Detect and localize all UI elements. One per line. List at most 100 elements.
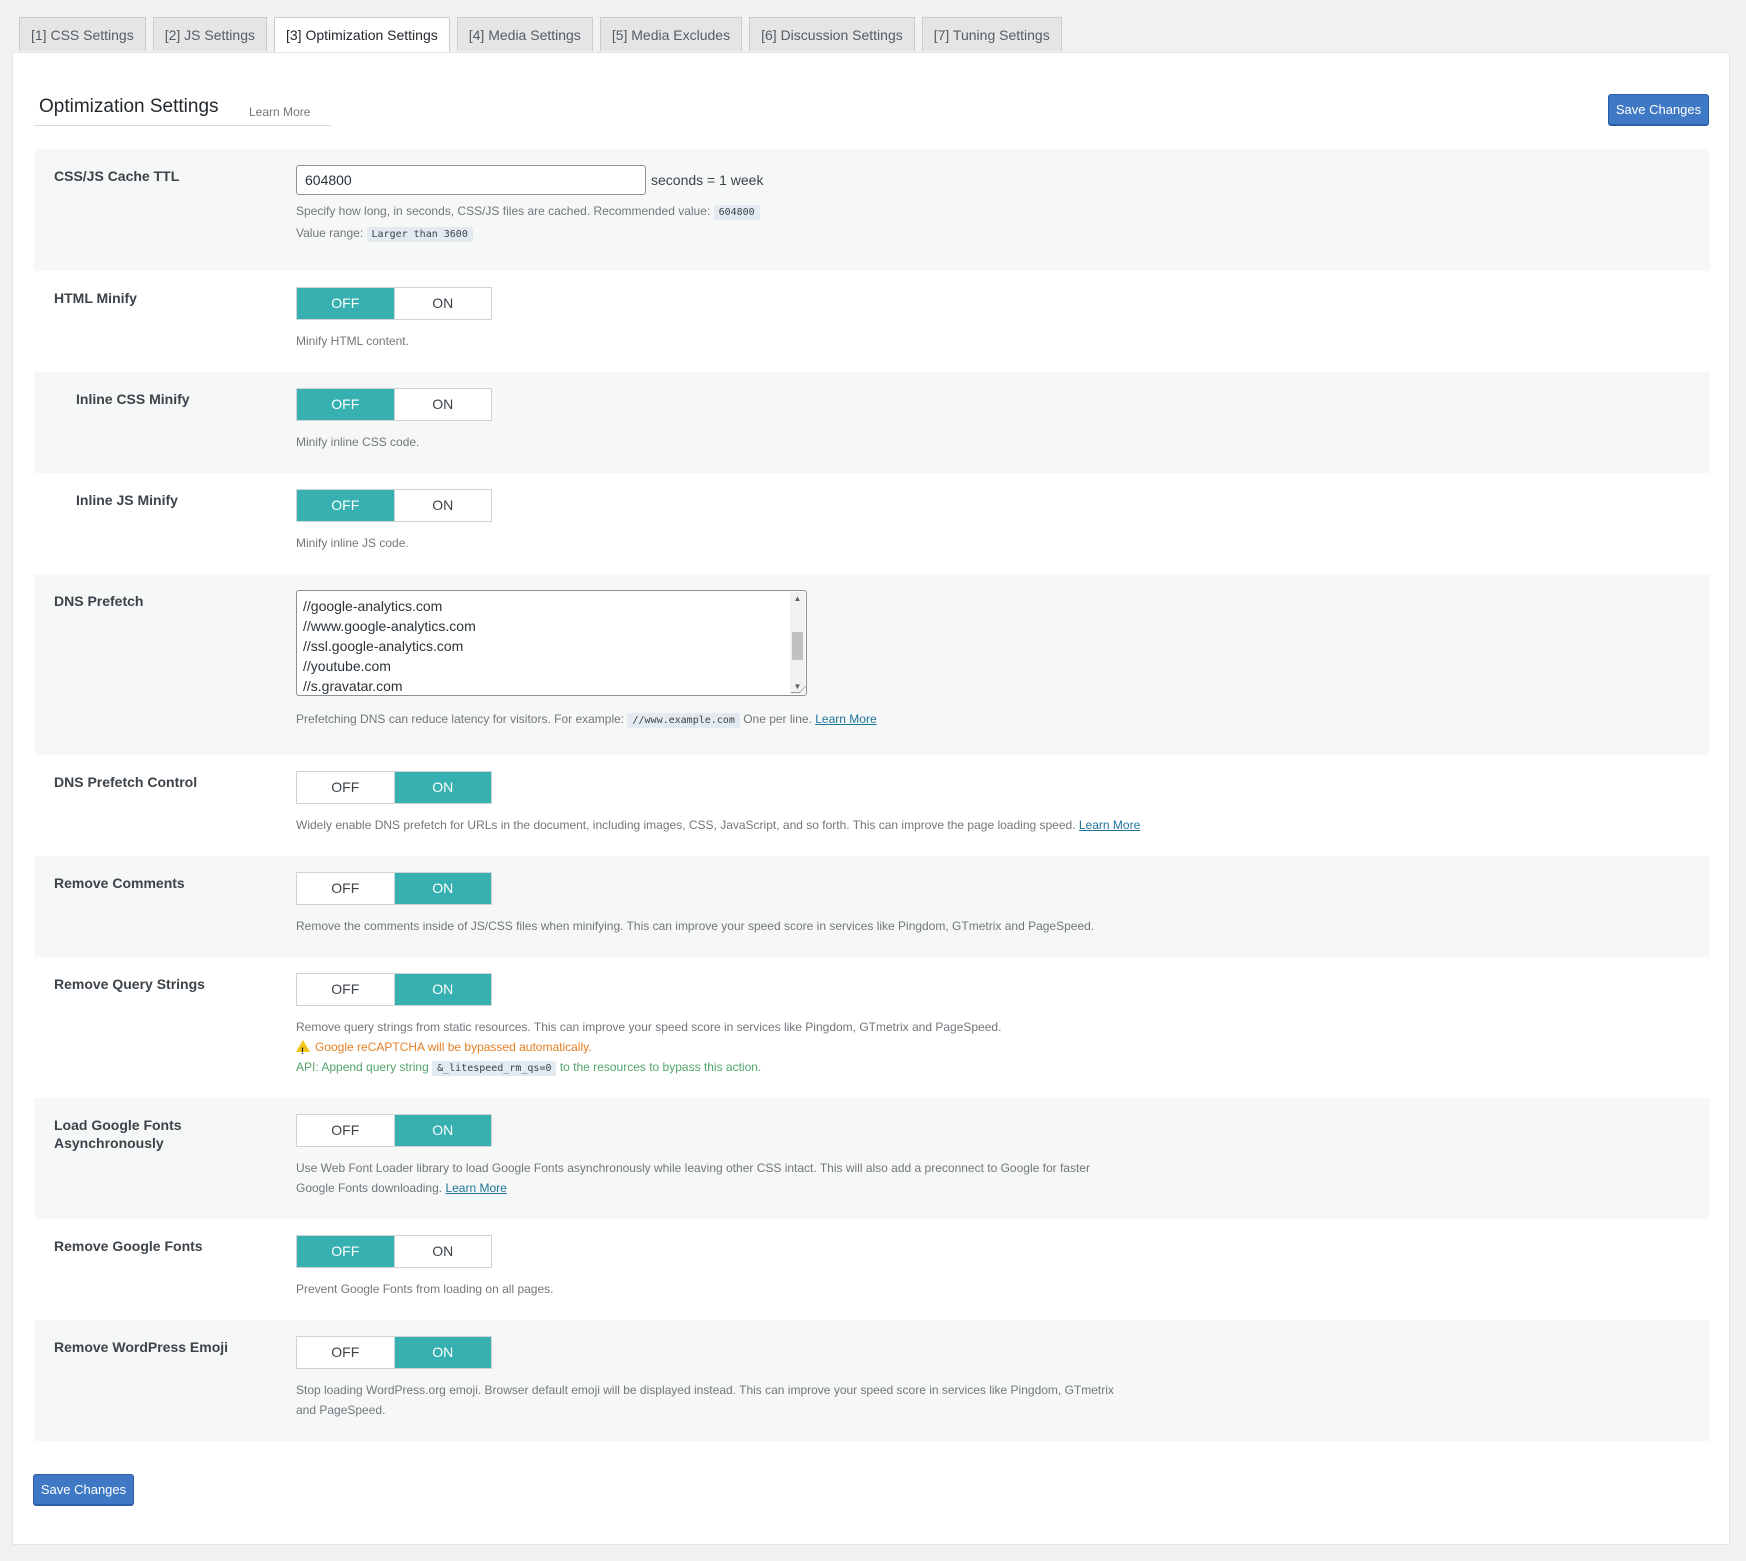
html-minify-off[interactable]: OFF: [297, 288, 394, 319]
dns-prefetch-learn-more[interactable]: Learn More: [815, 712, 876, 726]
row-dns-prefetch: DNS Prefetch //google-analytics.com //ww…: [34, 574, 1710, 755]
remove-comments-label: Remove Comments: [54, 875, 185, 891]
dns-prefetch-label: DNS Prefetch: [54, 593, 144, 609]
query-strings-api-note: API: Append query string &_litespeed_rm_…: [296, 1057, 1196, 1079]
remove-comments-on[interactable]: ON: [393, 873, 491, 904]
remove-query-strings-desc: Remove query strings from static resourc…: [296, 1020, 1002, 1034]
remove-google-fonts-on[interactable]: ON: [393, 1236, 492, 1267]
dns-line: //s.gravatar.com: [303, 678, 403, 694]
recaptcha-warning-text: Google reCAPTCHA will be bypassed automa…: [315, 1040, 592, 1054]
tab-media-settings[interactable]: [4] Media Settings: [456, 17, 593, 51]
inline-js-minify-off[interactable]: OFF: [297, 490, 394, 521]
remove-query-strings-toggle[interactable]: OFF ON: [296, 973, 492, 1006]
inline-css-minify-label: Inline CSS Minify: [76, 391, 190, 407]
dns-prefetch-textarea[interactable]: //google-analytics.com //www.google-anal…: [296, 590, 807, 696]
remove-google-fonts-toggle[interactable]: OFF ON: [296, 1235, 492, 1268]
dns-line: //google-analytics.com: [303, 598, 443, 614]
load-google-fonts-async-off[interactable]: OFF: [297, 1115, 394, 1146]
recaptcha-warning: ! Google reCAPTCHA will be bypassed autom…: [296, 1037, 1196, 1057]
settings-tabs: [1] CSS Settings [2] JS Settings [3] Opt…: [19, 17, 1069, 54]
remove-google-fonts-label: Remove Google Fonts: [54, 1238, 203, 1254]
save-changes-button-bottom[interactable]: Save Changes: [33, 1474, 134, 1505]
title-divider: [34, 125, 331, 126]
scroll-up-icon[interactable]: ▲: [790, 592, 805, 606]
textarea-scrollbar[interactable]: ▲ ▼: [790, 592, 805, 694]
load-google-fonts-async-label: Load Google Fonts Asynchronously: [54, 1117, 182, 1151]
row-cache-ttl: CSS/JS Cache TTL 604800 seconds = 1 week …: [34, 149, 1710, 271]
remove-comments-toggle[interactable]: OFF ON: [296, 872, 492, 905]
inline-css-minify-desc: Minify inline CSS code.: [296, 435, 420, 449]
inline-js-minify-label: Inline JS Minify: [76, 492, 178, 508]
row-remove-emoji: Remove WordPress Emoji OFF ON Stop loadi…: [34, 1320, 1710, 1441]
tab-js-settings[interactable]: [2] JS Settings: [152, 17, 267, 51]
cache-ttl-desc: Specify how long, in seconds, CSS/JS fil…: [296, 201, 1196, 245]
row-remove-google-fonts: Remove Google Fonts OFF ON Prevent Googl…: [34, 1219, 1710, 1320]
dns-prefetch-control-desc: Widely enable DNS prefetch for URLs in t…: [296, 815, 1196, 835]
remove-emoji-label: Remove WordPress Emoji: [54, 1339, 229, 1355]
remove-query-strings-label: Remove Query Strings: [54, 976, 205, 992]
html-minify-toggle[interactable]: OFF ON: [296, 287, 492, 320]
tab-media-excludes[interactable]: [5] Media Excludes: [599, 17, 743, 51]
load-google-fonts-async-on[interactable]: ON: [393, 1115, 491, 1146]
api-note-before: API: Append query string: [296, 1060, 429, 1074]
dns-line: //youtube.com: [303, 658, 391, 674]
cache-ttl-range-label: Value range:: [296, 226, 364, 240]
dns-prefetch-desc-after: One per line.: [743, 712, 812, 726]
inline-css-minify-toggle[interactable]: OFF ON: [296, 388, 492, 421]
settings-panel: Optimization Settings Learn More Save Ch…: [12, 52, 1730, 1545]
row-dns-prefetch-control: DNS Prefetch Control OFF ON Widely enabl…: [34, 755, 1710, 856]
remove-query-strings-on[interactable]: ON: [393, 974, 491, 1005]
load-google-fonts-async-desc: Use Web Font Loader library to load Goog…: [296, 1158, 1126, 1198]
api-note-code: &_litespeed_rm_qs=0: [432, 1061, 557, 1076]
row-inline-css-minify: Inline CSS Minify OFF ON Minify inline C…: [34, 372, 1710, 473]
dns-prefetch-control-on[interactable]: ON: [393, 772, 491, 803]
dns-line: //www.google-analytics.com: [303, 618, 476, 634]
remove-comments-off[interactable]: OFF: [297, 873, 394, 904]
dns-prefetch-control-desc-text: Widely enable DNS prefetch for URLs in t…: [296, 818, 1076, 832]
cache-ttl-label: CSS/JS Cache TTL: [54, 168, 180, 184]
scroll-thumb[interactable]: [792, 632, 803, 660]
html-minify-on[interactable]: ON: [393, 288, 492, 319]
dns-prefetch-control-off[interactable]: OFF: [297, 772, 394, 803]
tab-css-settings[interactable]: [1] CSS Settings: [19, 17, 146, 51]
dns-prefetch-control-label: DNS Prefetch Control: [54, 774, 198, 790]
tab-optimization-settings[interactable]: [3] Optimization Settings: [274, 17, 450, 54]
page-title: Optimization Settings: [39, 96, 219, 117]
inline-js-minify-on[interactable]: ON: [393, 490, 492, 521]
dns-prefetch-example: //www.example.com: [627, 713, 740, 728]
inline-js-minify-toggle[interactable]: OFF ON: [296, 489, 492, 522]
remove-google-fonts-desc: Prevent Google Fonts from loading on all…: [296, 1282, 554, 1296]
remove-emoji-on[interactable]: ON: [393, 1337, 491, 1368]
dns-prefetch-control-learn-more[interactable]: Learn More: [1079, 818, 1140, 832]
inline-css-minify-off[interactable]: OFF: [297, 389, 394, 420]
remove-comments-desc: Remove the comments inside of JS/CSS fil…: [296, 919, 1095, 933]
load-google-fonts-async-toggle[interactable]: OFF ON: [296, 1114, 492, 1147]
api-note-after: to the resources to bypass this action.: [559, 1060, 762, 1074]
row-html-minify: HTML Minify OFF ON Minify HTML content.: [34, 271, 1710, 372]
tab-discussion-settings[interactable]: [6] Discussion Settings: [749, 17, 915, 51]
remove-google-fonts-off[interactable]: OFF: [297, 1236, 394, 1267]
html-minify-desc: Minify HTML content.: [296, 334, 409, 348]
remove-emoji-desc: Stop loading WordPress.org emoji. Browse…: [296, 1383, 1114, 1417]
tab-tuning-settings[interactable]: [7] Tuning Settings: [921, 17, 1062, 51]
dns-line: //ssl.google-analytics.com: [303, 638, 464, 654]
remove-query-strings-off[interactable]: OFF: [297, 974, 394, 1005]
cache-ttl-suffix: seconds = 1 week: [651, 172, 764, 188]
cache-ttl-range: Larger than 3600: [366, 227, 473, 242]
dns-prefetch-control-toggle[interactable]: OFF ON: [296, 771, 492, 804]
cache-ttl-recommended: 604800: [713, 205, 760, 220]
cache-ttl-input[interactable]: 604800: [296, 165, 646, 195]
inline-css-minify-on[interactable]: ON: [393, 389, 492, 420]
remove-emoji-toggle[interactable]: OFF ON: [296, 1336, 492, 1369]
title-learn-more-link[interactable]: Learn More: [249, 105, 310, 119]
dns-prefetch-desc-text: Prefetching DNS can reduce latency for v…: [296, 712, 625, 726]
row-inline-js-minify: Inline JS Minify OFF ON Minify inline JS…: [34, 473, 1710, 574]
remove-emoji-off[interactable]: OFF: [297, 1337, 394, 1368]
dns-prefetch-desc: Prefetching DNS can reduce latency for v…: [296, 709, 1196, 731]
html-minify-label: HTML Minify: [54, 290, 137, 306]
load-google-fonts-async-learn-more[interactable]: Learn More: [445, 1181, 506, 1195]
row-remove-query-strings: Remove Query Strings OFF ON Remove query…: [34, 957, 1710, 1098]
load-google-fonts-async-desc-text: Use Web Font Loader library to load Goog…: [296, 1161, 1090, 1195]
row-remove-comments: Remove Comments OFF ON Remove the commen…: [34, 856, 1710, 957]
save-changes-button-top[interactable]: Save Changes: [1608, 94, 1709, 125]
